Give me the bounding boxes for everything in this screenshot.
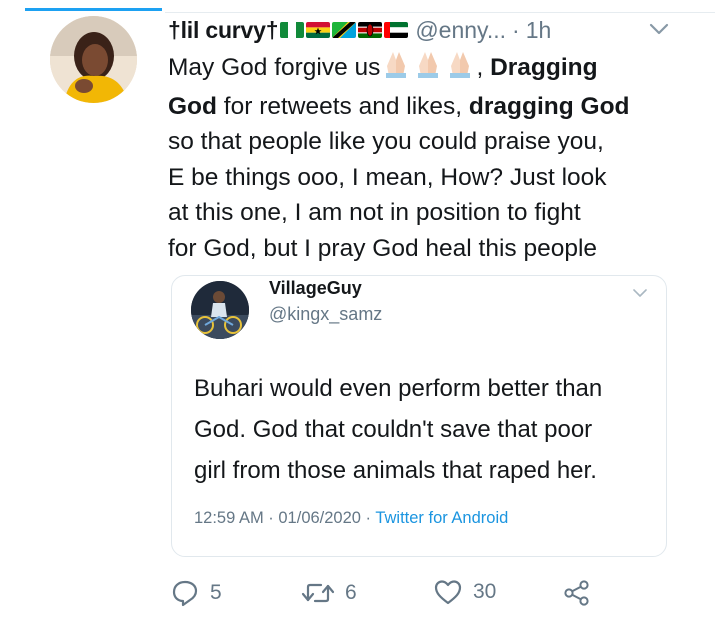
tweet-header: †lil curvy† @enny... · 1h <box>168 12 688 48</box>
retweet-count: 6 <box>345 581 357 604</box>
quoted-tweet-card[interactable]: VillageGuy @kingx_samz Buhari would even… <box>171 275 667 557</box>
author-handle[interactable]: @enny... <box>415 17 506 44</box>
heart-icon <box>433 578 463 606</box>
chevron-down-icon[interactable] <box>632 285 648 297</box>
reply-icon <box>170 578 200 608</box>
quoted-display-name[interactable]: VillageGuy <box>269 278 362 299</box>
flag-tanzania-icon <box>332 22 357 38</box>
tweet-text-line: so that people like you could praise you… <box>168 128 604 155</box>
tweet-text-bold: Dragging <box>490 54 598 81</box>
tweet-text-line: for God, but I pray God heal this people <box>168 234 598 262</box>
tweet-text-bold: dragging God <box>468 92 630 120</box>
tweet-time[interactable]: 1h <box>526 17 552 44</box>
tweet-text-bold: God <box>168 92 217 120</box>
tweet-text-line: E be things ooo, I mean, How? Just look <box>168 163 607 191</box>
flag-emojis <box>280 22 409 38</box>
quoted-timestamp: 12:59 AM · 01/06/2020 · Twitter for Andr… <box>194 509 508 528</box>
chevron-down-icon[interactable] <box>648 22 670 36</box>
action-bar: 5 6 30 <box>170 578 610 614</box>
retweet-icon <box>301 578 335 608</box>
avatar[interactable] <box>50 16 137 103</box>
quoted-avatar[interactable] <box>191 281 249 339</box>
tweet-text-line: , <box>476 54 491 81</box>
folded-hands-icon <box>445 50 475 89</box>
like-button[interactable]: 30 <box>433 578 496 606</box>
folded-hands-icon <box>381 50 411 89</box>
flag-uae-icon <box>384 22 409 38</box>
quoted-source[interactable]: Twitter for Android <box>375 509 508 527</box>
top-accent-bar <box>25 8 162 11</box>
like-count: 30 <box>473 580 497 603</box>
reply-button[interactable]: 5 <box>170 578 222 608</box>
share-button[interactable] <box>562 578 592 608</box>
reply-count: 5 <box>210 581 222 604</box>
folded-hands-icon <box>413 50 443 89</box>
quoted-tweet-text: Buhari would even perform better than Go… <box>194 368 654 491</box>
quoted-handle[interactable]: @kingx_samz <box>269 304 382 325</box>
share-icon <box>562 578 592 608</box>
quoted-text-line: girl from those animals that raped her. <box>194 457 597 484</box>
flag-nigeria-icon <box>280 22 305 38</box>
quoted-text-line: Buhari would even perform better than <box>194 375 603 402</box>
tweet-text-line: at this one, I am not in position to fig… <box>168 199 581 226</box>
flag-ghana-icon <box>306 22 331 38</box>
flag-kenya-icon <box>358 22 383 38</box>
tweet-text: May God forgive us, Dragging God for ret… <box>168 50 668 266</box>
quoted-text-line: God. God that couldn't save that poor <box>194 416 593 443</box>
tweet-text-line: May God forgive us <box>168 54 381 81</box>
display-name[interactable]: †lil curvy† <box>168 17 279 44</box>
tweet-text-line: for retweets and likes, <box>217 92 469 120</box>
retweet-button[interactable]: 6 <box>301 578 357 608</box>
separator: · <box>512 16 520 43</box>
quoted-time[interactable]: 12:59 AM · 01/06/2020 · <box>194 509 375 527</box>
